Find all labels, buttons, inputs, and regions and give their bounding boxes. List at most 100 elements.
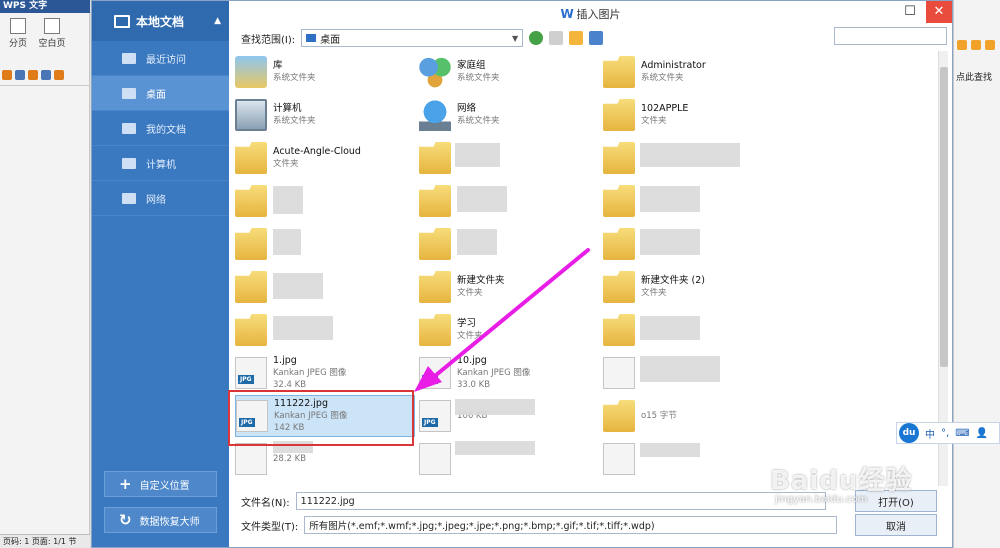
redacted-text [640,316,700,340]
up-folder-icon[interactable] [549,31,564,45]
cancel-button[interactable]: 取消 [855,514,937,536]
wps-right-panel: 点此查找 [953,0,1000,548]
folder-icon [603,228,635,260]
punctuation-icon[interactable]: °, [941,428,949,439]
folder-icon [603,400,635,432]
filename-row: 文件名(N): 111222.jpg [241,491,826,511]
close-button[interactable]: ✕ [926,1,952,23]
list-item[interactable]: 102APPLE 文件夹 [603,94,783,136]
tool-icon[interactable] [985,40,995,50]
minimize-button[interactable]: ☐ [898,1,922,23]
people-icon[interactable]: 👤 [976,428,988,439]
keyboard-icon[interactable]: ⌨ [955,428,969,439]
redacted-text [273,273,323,299]
page-break-icon [10,18,26,34]
redacted-text [455,399,535,415]
ime-toolbar[interactable]: du 中 °, ⌨ 👤 [896,422,1000,444]
ime-mode-label[interactable]: 中 [925,426,935,441]
desktop-icon [122,87,136,99]
undo-icon[interactable] [54,70,64,80]
sidebar-item-desktop[interactable]: 桌面 [92,76,229,111]
computer-icon [235,99,267,131]
list-item[interactable]: JPG 1.jpg Kankan JPEG 图像 32.4 KB [235,352,415,394]
status-bar: 页码: 1 页面: 1/1 节 [0,534,90,548]
blank-page-icon [44,18,60,34]
sidebar-item-computer[interactable]: 计算机 [92,146,229,181]
look-in-dropdown[interactable]: 桌面 ▼ [301,29,524,47]
look-in-label: 查找范围(I): [241,34,296,46]
vertical-scrollbar[interactable] [938,51,948,486]
redacted-text [640,186,700,212]
network-icon [419,99,451,131]
sidebar-item-documents[interactable]: 我的文档 [92,111,229,146]
custom-location-button[interactable]: + 自定义位置 [104,471,217,497]
redacted-text [640,356,720,382]
monitor-icon [114,14,130,28]
sidebar-item-network[interactable]: 网络 [92,181,229,216]
filename-field[interactable]: 111222.jpg [295,492,826,510]
wps-app-title[interactable]: WPS 文字 [0,0,90,13]
filetype-dropdown[interactable]: 所有图片(*.emf;*.wmf;*.jpg;*.jpeg;*.jpe;*.pn… [304,516,838,534]
list-item[interactable] [235,223,415,265]
list-item[interactable] [419,137,599,179]
list-item[interactable]: Administrator 系统文件夹 [603,51,783,93]
jpg-icon: JPG [419,400,451,432]
redacted-text [455,441,535,455]
list-item[interactable]: Acute-Angle-Cloud 文件夹 [235,137,415,179]
jpg-icon [419,443,451,475]
filetype-label: 文件类型(T): [241,521,299,533]
list-item-selected[interactable]: JPG 111222.jpg Kankan JPEG 图像 142 KB [235,395,415,437]
view-menu-icon[interactable] [589,31,604,45]
list-item[interactable] [419,223,599,265]
wps-quick-icons [0,68,90,86]
list-item[interactable]: 学习 文件夹 [419,309,599,351]
list-item[interactable]: JPG 10.jpg Kankan JPEG 图像 33.0 KB [419,352,599,394]
dialog-titlebar: W 插入图片 ☐ ✕ [229,1,952,25]
list-item[interactable]: 新建文件夹 文件夹 [419,266,599,308]
chevron-down-icon[interactable]: ▼ [508,34,522,43]
jpg-icon [603,357,635,389]
list-item[interactable] [419,180,599,222]
sidebar-item-recent[interactable]: 最近访问 [92,41,229,76]
collapse-icon[interactable]: ▲ [214,16,221,26]
folder-icon [603,185,635,217]
sidebar-header[interactable]: 本地文档 ▲ [92,1,229,41]
preview-icon[interactable] [41,70,51,80]
redacted-text [273,186,303,214]
tool-icon[interactable] [971,40,981,50]
back-icon[interactable] [529,31,544,45]
jpg-icon: JPG [419,357,451,389]
new-folder-icon[interactable] [569,31,584,45]
list-item[interactable]: 库系统文件夹 [235,51,415,93]
dialog-title: W 插入图片 [560,7,621,21]
open-icon[interactable] [2,70,12,80]
redacted-text [640,229,700,255]
list-item[interactable]: 28.2 KB [235,438,415,480]
list-item[interactable]: 家庭组 系统文件夹 [419,51,599,93]
list-item[interactable]: 新建文件夹 (2) 文件夹 [603,266,783,308]
folder-icon [235,142,267,174]
plus-icon: + [119,474,132,493]
folder-icon [419,142,451,174]
print-icon[interactable] [28,70,38,80]
redacted-text [455,143,500,167]
list-item[interactable]: 网络 系统文件夹 [419,94,599,136]
list-item[interactable] [235,266,415,308]
tool-icon[interactable] [957,40,967,50]
select-find-label[interactable]: 点此查找 [956,70,992,83]
folder-icon [235,185,267,217]
scrollbar-thumb[interactable] [940,67,948,367]
blank-page-button[interactable]: 空白页 [37,18,67,57]
data-recovery-button[interactable]: ↻ 数据恢复大师 [104,507,217,533]
redacted-text [457,186,507,212]
page-break-button[interactable]: 分页 [3,18,33,57]
search-input[interactable] [834,27,947,45]
recent-icon [122,52,136,64]
list-item[interactable] [235,180,415,222]
folder-icon [235,228,267,260]
list-item[interactable]: 计算机 系统文件夹 [235,94,415,136]
folder-icon [603,99,635,131]
list-item[interactable]: o15 字节 [603,395,783,437]
library-icon [235,56,267,88]
save-icon[interactable] [15,70,25,80]
